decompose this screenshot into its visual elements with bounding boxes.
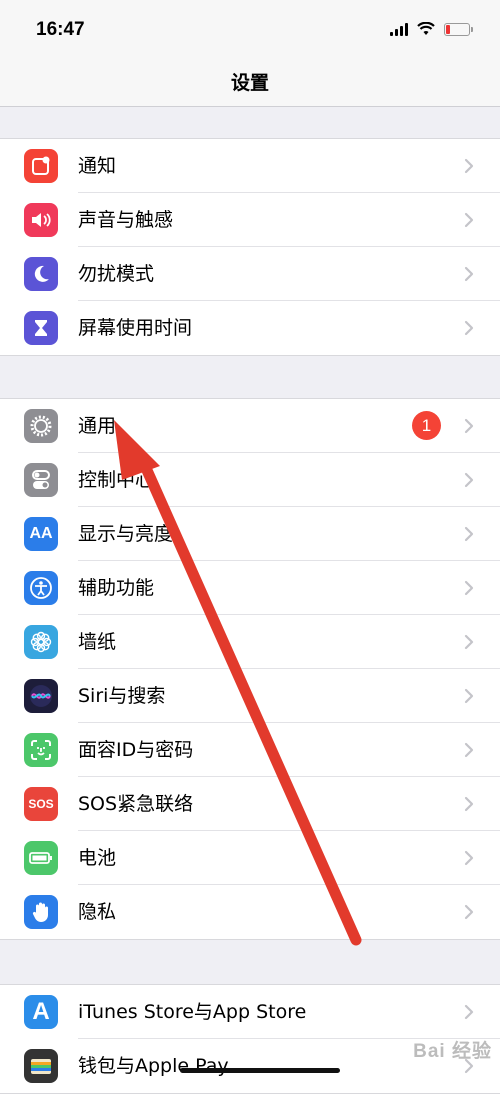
settings-row-label: 墙纸 <box>78 631 117 653</box>
text-size-icon: AA <box>24 517 58 551</box>
accessibility-icon <box>24 571 58 605</box>
settings-group-1: 通知声音与触感勿扰模式屏幕使用时间 <box>0 138 500 356</box>
status-time: 16:47 <box>36 19 85 40</box>
hand-icon <box>24 895 58 929</box>
settings-row-label: 通用 <box>78 415 117 437</box>
navigation-bar: 设置 <box>0 58 500 107</box>
settings-row-label: 电池 <box>78 847 117 869</box>
settings-group-2: 通用 1 控制中心 AA 显示与亮度 辅助功能 墙纸 Siri与搜索 面容ID与密码 SOS SOS… <box>0 398 500 940</box>
wallet-icon <box>24 1049 58 1083</box>
chevron-right-icon <box>464 634 474 650</box>
settings-row-face-id[interactable]: 面容ID与密码 <box>0 723 500 777</box>
siri-icon <box>24 679 58 713</box>
watermark: Bai 经验 <box>413 1041 492 1062</box>
settings-row-notifications[interactable]: 通知 <box>0 139 500 193</box>
chevron-right-icon <box>464 320 474 336</box>
notifications-icon <box>24 149 58 183</box>
status-icons <box>390 22 473 36</box>
icon-glyph: SOS <box>28 797 54 811</box>
battery-status-icon <box>444 22 473 36</box>
chevron-right-icon <box>464 526 474 542</box>
status-bar: 16:47 <box>0 0 500 58</box>
home-indicator[interactable] <box>180 1068 340 1073</box>
chevron-right-icon <box>464 266 474 282</box>
settings-row-label: 钱包与Apple Pay <box>78 1055 229 1077</box>
page-title: 设置 <box>230 72 269 94</box>
cellular-signal-icon <box>390 22 408 36</box>
settings-row-moon[interactable]: 勿扰模式 <box>0 247 500 301</box>
chevron-right-icon <box>464 742 474 758</box>
battery-icon <box>24 841 58 875</box>
notification-badge: 1 <box>412 411 441 440</box>
settings-row-label: 辅助功能 <box>78 577 155 599</box>
settings-row-label: SOS紧急联络 <box>78 793 194 815</box>
flower-icon <box>24 625 58 659</box>
chevron-right-icon <box>464 904 474 920</box>
chevron-right-icon <box>464 472 474 488</box>
chevron-right-icon <box>464 688 474 704</box>
moon-icon <box>24 257 58 291</box>
toggle-icon <box>24 463 58 497</box>
settings-row-toggle[interactable]: 控制中心 <box>0 453 500 507</box>
chevron-right-icon <box>464 796 474 812</box>
settings-row-label: 显示与亮度 <box>78 523 174 545</box>
speaker-icon <box>24 203 58 237</box>
settings-row-hand[interactable]: 隐私 <box>0 885 500 939</box>
settings-row-flower[interactable]: 墙纸 <box>0 615 500 669</box>
settings-row-label: 声音与触感 <box>78 209 174 231</box>
chevron-right-icon <box>464 1004 474 1020</box>
settings-row-label: 屏幕使用时间 <box>78 317 193 339</box>
settings-row-app-store[interactable]: AiTunes Store与App Store <box>0 985 500 1039</box>
wifi-icon <box>417 22 435 35</box>
settings-row-label: Siri与搜索 <box>78 685 166 707</box>
gear-icon <box>24 409 58 443</box>
settings-row-battery[interactable]: 电池 <box>0 831 500 885</box>
chevron-right-icon <box>464 418 474 434</box>
hourglass-icon <box>24 311 58 345</box>
settings-row-label: 控制中心 <box>78 469 155 491</box>
settings-row-label: iTunes Store与App Store <box>78 1001 307 1023</box>
app-store-icon: A <box>24 995 58 1029</box>
chevron-right-icon <box>464 158 474 174</box>
settings-row-text-size[interactable]: AA 显示与亮度 <box>0 507 500 561</box>
settings-row-label: 通知 <box>78 155 117 177</box>
chevron-right-icon <box>464 850 474 866</box>
sos-icon: SOS <box>24 787 58 821</box>
settings-row-label: 隐私 <box>78 901 117 923</box>
settings-row-hourglass[interactable]: 屏幕使用时间 <box>0 301 500 355</box>
settings-row-sos[interactable]: SOS SOS紧急联络 <box>0 777 500 831</box>
settings-row-label: 勿扰模式 <box>78 263 155 285</box>
settings-row-gear[interactable]: 通用 1 <box>0 399 500 453</box>
face-id-icon <box>24 733 58 767</box>
icon-glyph: AA <box>29 525 53 542</box>
settings-row-accessibility[interactable]: 辅助功能 <box>0 561 500 615</box>
icon-glyph: A <box>32 998 50 1025</box>
settings-row-siri[interactable]: Siri与搜索 <box>0 669 500 723</box>
chevron-right-icon <box>464 212 474 228</box>
chevron-right-icon <box>464 580 474 596</box>
settings-row-speaker[interactable]: 声音与触感 <box>0 193 500 247</box>
settings-row-label: 面容ID与密码 <box>78 739 194 761</box>
